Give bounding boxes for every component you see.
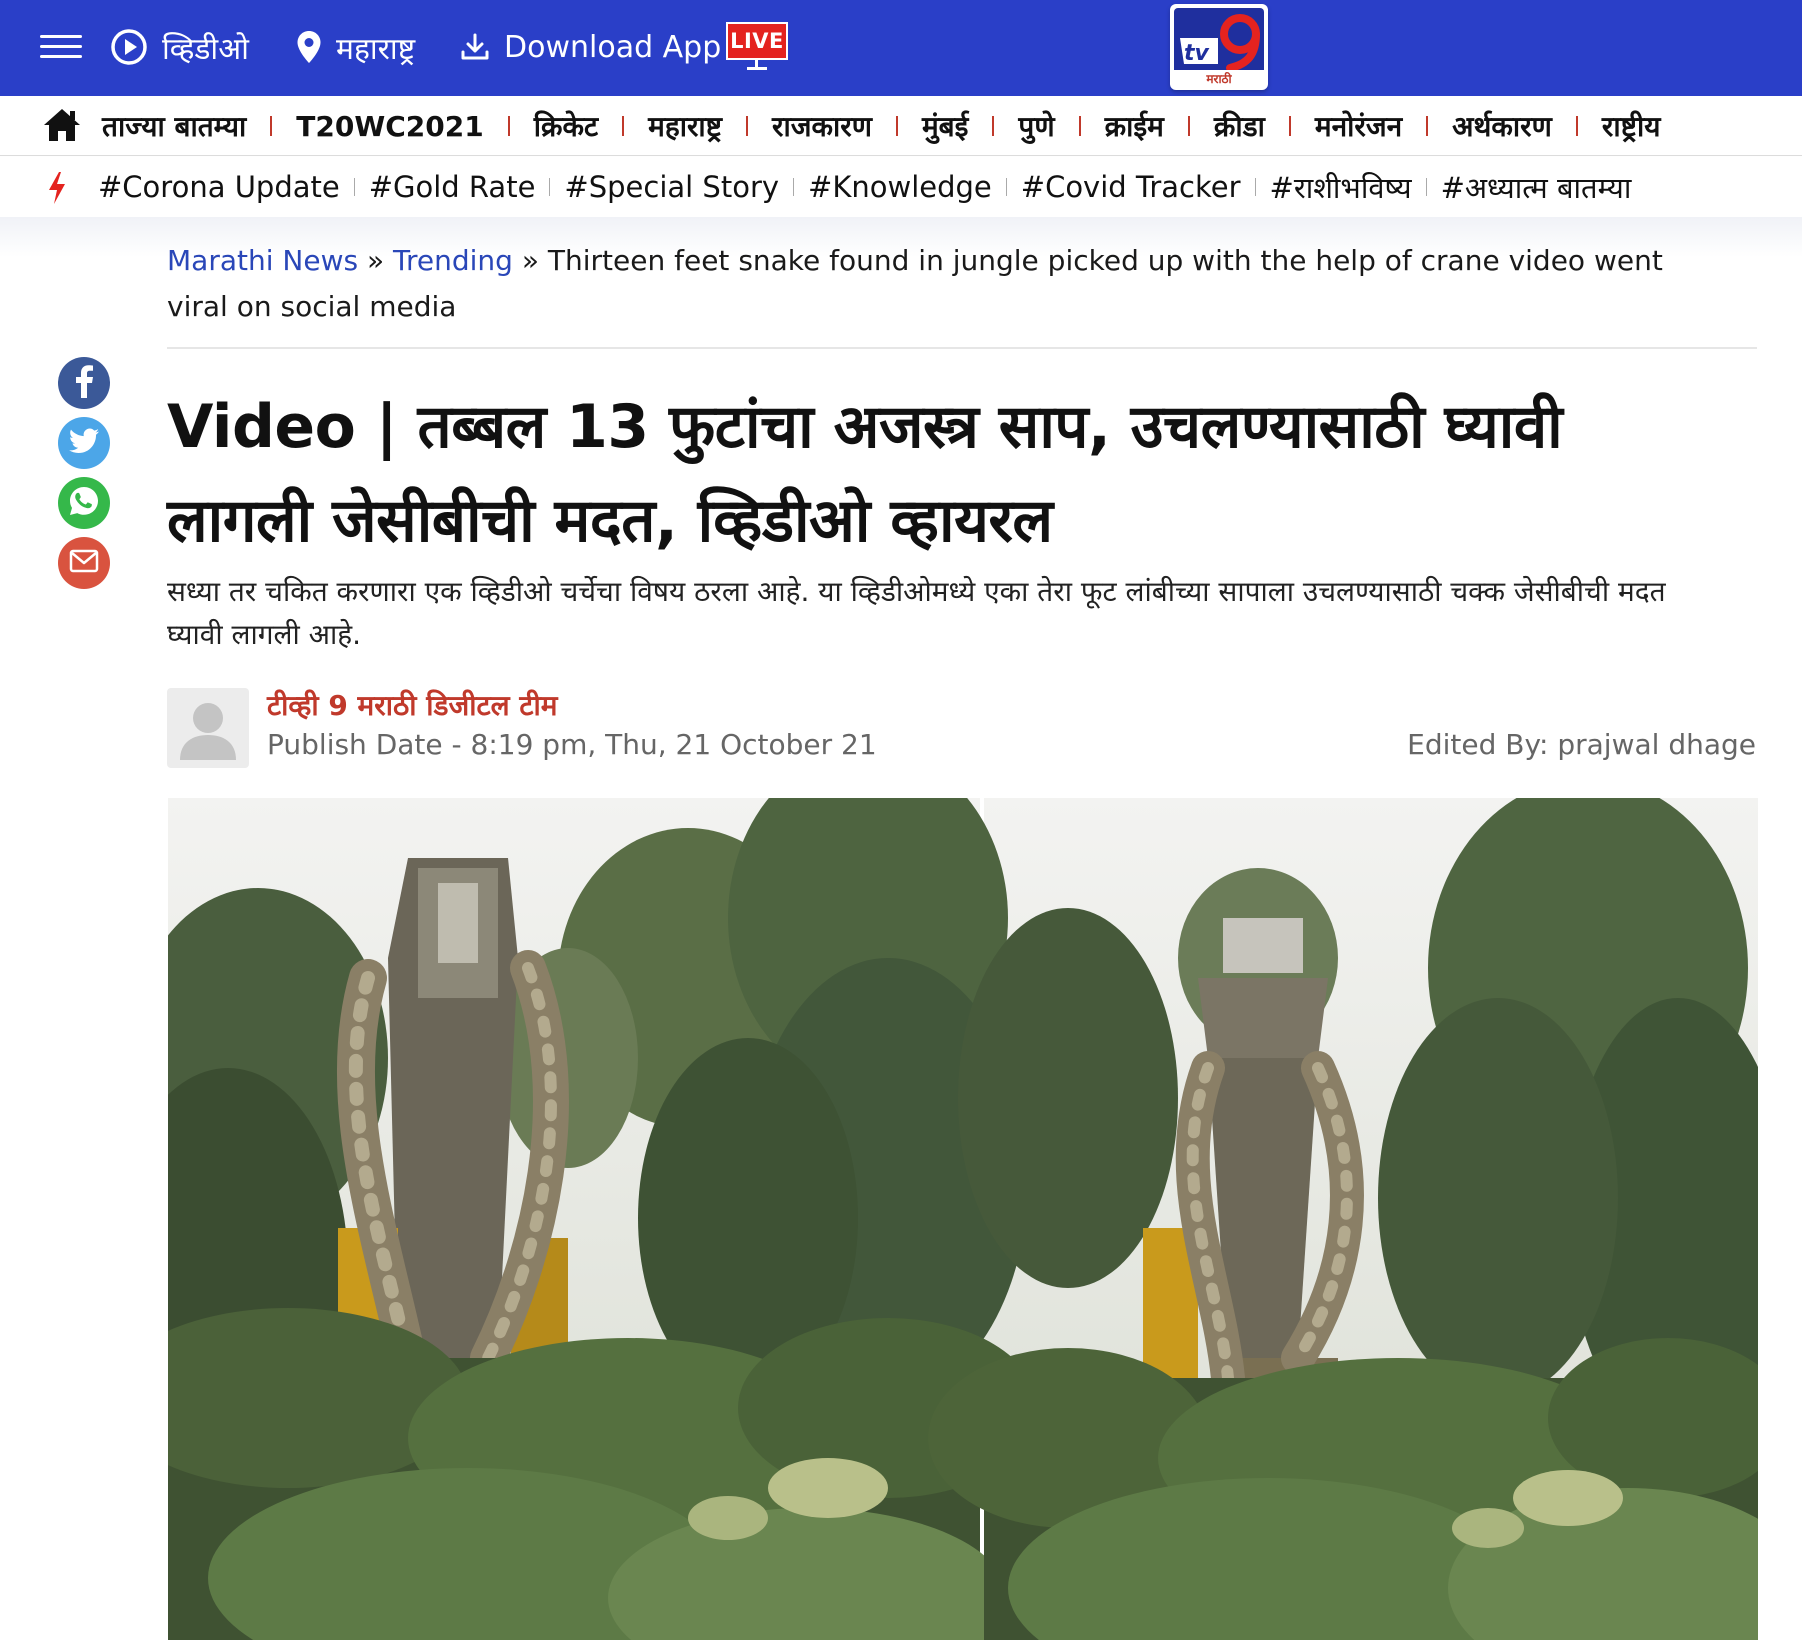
mail-icon [69, 549, 99, 577]
download-app-link[interactable]: Download App [460, 22, 721, 72]
facebook-icon [70, 364, 98, 402]
category-item[interactable]: अर्थकारण [1452, 107, 1552, 145]
category-item[interactable]: मनोरंजन [1315, 107, 1402, 145]
category-item[interactable]: पुणे [1018, 107, 1054, 145]
category-list: ताज्या बातम्या T20WC2021 क्रिकेट महाराष्… [102, 96, 1661, 155]
hamburger-menu-icon[interactable] [40, 32, 82, 60]
breadcrumb-separator: » [366, 244, 385, 277]
whatsapp-icon [67, 484, 101, 522]
video-link[interactable]: व्हिडीओ [110, 22, 249, 72]
category-separator [895, 116, 898, 136]
download-icon [460, 32, 490, 62]
live-badge-label: LIVE [726, 22, 788, 60]
tv9-marathi-logo[interactable]: tv मराठी [1170, 4, 1268, 90]
category-separator [1426, 116, 1429, 136]
tag-list: #Corona Update #Gold Rate #Special Story… [98, 157, 1631, 217]
twitter-icon [68, 427, 100, 459]
article-hero-image [168, 798, 1758, 1640]
tag-item[interactable]: #Gold Rate [369, 170, 536, 204]
publish-date: Publish Date - 8:19 pm, Thu, 21 October … [267, 728, 877, 761]
tag-item[interactable]: #Covid Tracker [1021, 170, 1241, 204]
category-separator [270, 116, 273, 136]
tag-item[interactable]: #अध्यात्म बातम्या [1441, 168, 1632, 207]
breadcrumb-separator: » [521, 244, 539, 277]
category-nav: ताज्या बातम्या T20WC2021 क्रिकेट महाराष्… [0, 96, 1802, 156]
breadcrumb-current: Thirteen feet snake found in jungle pick… [167, 244, 1663, 323]
trending-tags-nav: #Corona Update #Gold Rate #Special Story… [0, 157, 1802, 217]
email-share-button[interactable] [58, 537, 110, 589]
video-link-label: व्हिडीओ [162, 31, 249, 67]
breadcrumb: Marathi News » Trending » Thirteen feet … [167, 238, 1687, 330]
category-separator [1078, 116, 1081, 136]
category-item[interactable]: राजकारण [772, 107, 872, 145]
location-selector[interactable]: महाराष्ट्र [296, 22, 415, 72]
category-item[interactable]: क्राईम [1105, 107, 1164, 145]
lightning-bolt-icon [46, 171, 68, 205]
undergrowth-right [928, 1338, 1758, 1640]
tag-item[interactable]: #Corona Update [98, 170, 340, 204]
tag-item[interactable]: #Knowledge [808, 170, 992, 204]
category-separator [507, 116, 510, 136]
location-pin-icon [296, 30, 322, 64]
category-separator [1575, 116, 1578, 136]
category-separator [622, 116, 625, 136]
location-label: महाराष्ट्र [336, 31, 416, 67]
breadcrumb-divider [167, 347, 1757, 349]
category-separator [1288, 116, 1291, 136]
home-icon[interactable] [42, 106, 82, 144]
undergrowth-left [168, 1308, 1038, 1640]
category-item[interactable]: T20WC2021 [296, 110, 483, 143]
snake-on-jcb-photo [168, 798, 1758, 1640]
category-item[interactable]: क्रिकेट [534, 107, 598, 145]
whatsapp-share-button[interactable] [58, 477, 110, 529]
top-bar: व्हिडीओ महाराष्ट्र Download App LIVE tv … [0, 0, 1802, 96]
author-avatar [167, 688, 249, 768]
breadcrumb-link-home[interactable]: Marathi News [167, 244, 358, 277]
breadcrumb-link-trending[interactable]: Trending [393, 244, 513, 277]
live-tv-button[interactable]: LIVE [726, 22, 788, 72]
facebook-share-button[interactable] [58, 357, 110, 409]
category-item[interactable]: ताज्या बातम्या [102, 107, 246, 145]
play-circle-icon [110, 28, 148, 66]
article-summary: सध्या तर चकित करणारा एक व्हिडीओ चर्चेचा … [167, 575, 1666, 651]
article-headline: Video | तब्बल 13 फुटांचा अजस्त्र साप, उच… [167, 392, 1563, 556]
category-separator [746, 116, 748, 136]
svg-text:tv: tv [1184, 41, 1210, 66]
category-item[interactable]: राष्ट्रीय [1602, 107, 1661, 145]
category-item[interactable]: क्रीडा [1214, 107, 1265, 145]
category-item[interactable]: महाराष्ट्र [648, 107, 722, 145]
twitter-share-button[interactable] [58, 417, 110, 469]
download-app-label: Download App [504, 29, 722, 65]
category-separator [992, 116, 995, 136]
category-item[interactable]: मुंबई [922, 107, 968, 145]
user-placeholder-icon [167, 703, 249, 768]
category-separator [1187, 116, 1190, 136]
edited-by: Edited By: prajwal dhage [1407, 728, 1756, 761]
author-name[interactable]: टीव्ही 9 मराठी डिजीटल टीम [267, 686, 557, 724]
tag-item[interactable]: #राशीभविष्य [1270, 168, 1412, 207]
tag-item[interactable]: #Special Story [564, 170, 779, 204]
logo-subtext: मराठी [1205, 72, 1232, 86]
